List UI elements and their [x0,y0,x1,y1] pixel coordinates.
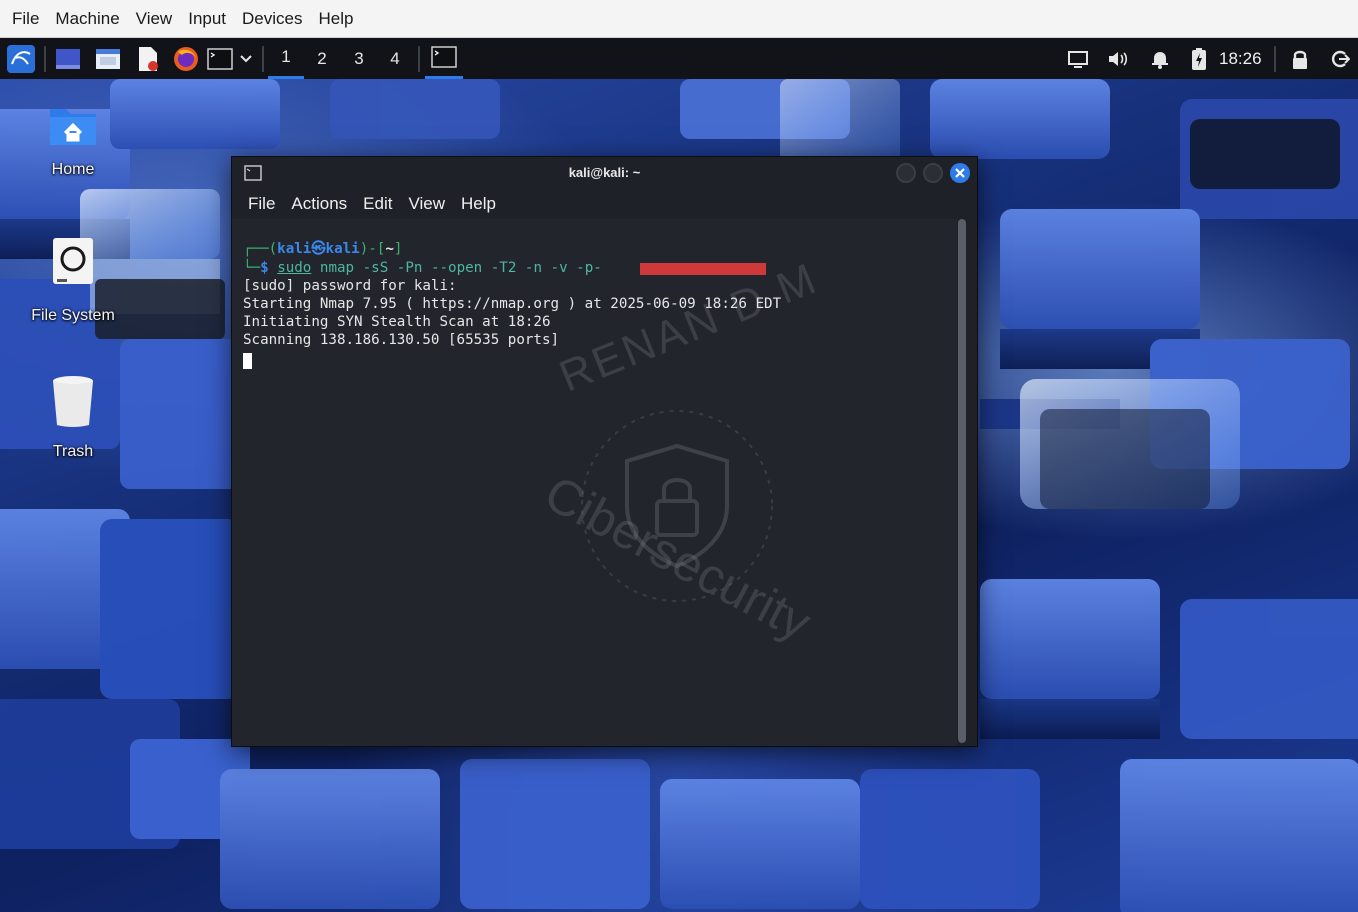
terminal-launcher-icon[interactable] [205,38,235,79]
redacted-target [640,263,766,275]
desktop-icon-home-label: Home [51,161,95,178]
terminal-cursor [243,353,252,369]
vm-menu-machine[interactable]: Machine [47,0,127,38]
vm-menu-view[interactable]: View [128,0,181,38]
terminal-scrollbar[interactable] [958,219,966,743]
close-icon [955,168,965,178]
volume-icon[interactable] [1104,38,1132,79]
prompt-line-2: └─$ sudo nmap -sS -Pn --open -T2 -n -v -… [243,260,602,276]
trash-icon [53,376,93,427]
home-folder-icon [50,109,96,145]
prompt-dir: ~ [385,241,394,257]
terminal-titlebar[interactable]: kali@kali: ~ [232,157,977,189]
desktop-icon-trash[interactable]: Trash [13,375,133,461]
vm-menu-input[interactable]: Input [180,0,234,38]
close-button[interactable] [950,163,970,183]
panel-clock[interactable]: 18:26 [1219,38,1262,79]
logout-icon[interactable] [1326,38,1354,79]
terminal-menu-help[interactable]: Help [453,194,504,214]
workspace-3[interactable]: 3 [341,38,377,79]
hard-drive-icon [53,238,93,284]
output-line-2: Starting Nmap 7.95 ( https://nmap.org ) … [243,296,782,312]
terminal-title: kali@kali: ~ [568,165,641,180]
prompt-line-1: ┌──(kali㉿kali)-[~] [243,241,403,257]
show-desktop-icon[interactable] [52,38,84,79]
minimize-button[interactable] [896,163,916,183]
terminal-menu-edit[interactable]: Edit [355,194,400,214]
lock-screen-icon[interactable] [1286,38,1314,79]
prompt-host: kali [325,241,360,257]
desktop-icon-trash-label: Trash [52,443,94,460]
command-sudo: sudo [277,260,312,276]
workspace-4[interactable]: 4 [377,38,413,79]
desktop-icon-file-system[interactable]: File System [13,237,133,325]
vm-menu-devices[interactable]: Devices [234,0,310,38]
vm-menubar: File Machine View Input Devices Help [0,0,1358,38]
display-icon[interactable] [1064,38,1092,79]
output-line-3: Initiating SYN Stealth Scan at 18:26 [243,314,551,330]
terminal-window[interactable]: kali@kali: ~ File Actions Edit View Help… [231,156,978,747]
taskbar-terminal-window[interactable] [425,38,463,79]
notifications-icon[interactable] [1146,38,1174,79]
maximize-button[interactable] [923,163,943,183]
firefox-icon[interactable] [170,38,202,79]
battery-charging-icon[interactable] [1186,38,1212,79]
output-line-4: Scanning 138.186.130.50 [65535 ports] [243,332,560,348]
desktop-icon-file-system-label: File System [31,307,115,324]
file-manager-icon[interactable] [92,38,124,79]
vm-menu-file[interactable]: File [4,0,47,38]
vm-menu-help[interactable]: Help [311,0,362,38]
terminal-output-area[interactable]: RENAN D M Cibersecurity ┌──(kali㉿kali)-[… [232,219,957,746]
terminal-menu-actions[interactable]: Actions [283,194,355,214]
chevron-down-icon[interactable] [236,38,256,79]
terminal-menubar: File Actions Edit View Help [232,189,977,219]
kali-menu-icon[interactable] [4,38,38,79]
terminal-menu-file[interactable]: File [240,194,283,214]
workspace-1[interactable]: 1 [268,38,304,79]
terminal-menu-view[interactable]: View [400,194,453,214]
workspace-2[interactable]: 2 [304,38,340,79]
command-text: nmap -sS -Pn --open -T2 -n -v -p- [319,260,602,276]
text-editor-icon[interactable] [132,38,164,79]
desktop-icon-home[interactable]: Home [13,103,133,179]
prompt-user: kali [277,241,312,257]
top-panel: 1 2 3 4 18:26 [0,38,1358,79]
output-line-1: [sudo] password for kali: [243,278,457,294]
